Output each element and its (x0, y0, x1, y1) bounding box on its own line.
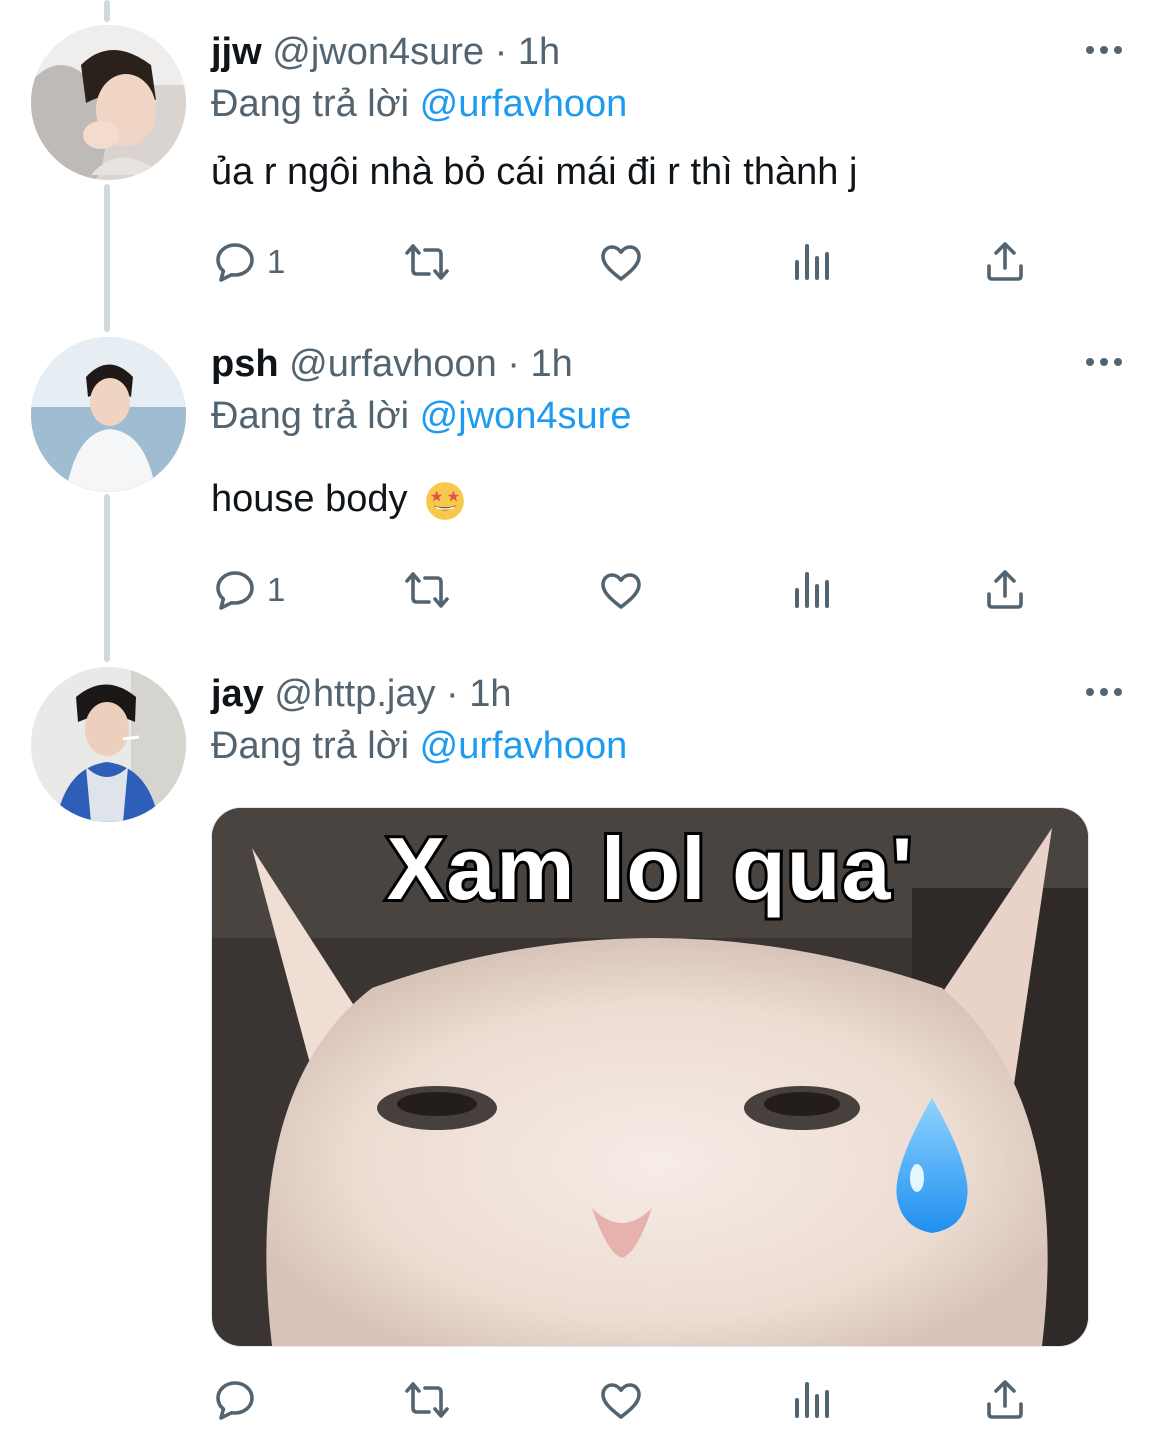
user-handle[interactable]: @http.jay (274, 673, 435, 715)
retweet-button[interactable] (403, 232, 451, 292)
share-button[interactable] (981, 1370, 1029, 1430)
avatar[interactable] (31, 337, 186, 492)
reply-button[interactable]: 1 (211, 560, 285, 620)
analytics-icon (795, 1382, 829, 1418)
retweet-icon (405, 572, 449, 608)
reply-button[interactable] (211, 1370, 267, 1430)
replying-to: Đang trả lời @urfavhoon (211, 80, 627, 128)
heart-icon (601, 245, 641, 281)
share-icon (987, 570, 1023, 609)
timestamp[interactable]: 1h (518, 31, 560, 73)
analytics-button[interactable] (789, 232, 837, 292)
display-name[interactable]: jay (211, 673, 264, 715)
like-button[interactable] (597, 232, 645, 292)
reply-icon (216, 243, 254, 282)
avatar-image (31, 667, 186, 822)
like-button[interactable] (597, 560, 645, 620)
tweet-media-image[interactable]: Xam lol qua' (211, 807, 1089, 1347)
mention-link[interactable]: @jwon4sure (420, 395, 632, 437)
more-options-icon[interactable] (1086, 352, 1128, 372)
retweet-button[interactable] (403, 560, 451, 620)
action-bar: 1 (211, 232, 1071, 292)
tweet-header: psh @urfavhoon · 1h (211, 340, 573, 388)
tweet-header: jay @http.jay · 1h (211, 670, 512, 718)
share-icon (987, 1380, 1023, 1419)
tweet-psh[interactable]: psh @urfavhoon · 1h Đang trả lời @jwon4s… (0, 335, 1170, 665)
timestamp[interactable]: 1h (531, 343, 573, 385)
share-button[interactable] (981, 232, 1029, 292)
display-name[interactable]: jjw (211, 31, 262, 73)
avatar[interactable] (31, 667, 186, 822)
share-button[interactable] (981, 560, 1029, 620)
tweet-header: jjw @jwon4sure · 1h (211, 28, 560, 76)
user-handle[interactable]: @urfavhoon (289, 343, 497, 385)
meme-caption: Xam lol qua' (384, 816, 916, 921)
tweet-text: ủa r ngôi nhà bỏ cái mái đi r thì thành … (211, 151, 858, 193)
replying-to: Đang trả lời @jwon4sure (211, 392, 631, 440)
separator-dot: · (446, 673, 459, 715)
tweet-jay[interactable]: jay @http.jay · 1h Đang trả lời @urfavho… (0, 665, 1170, 1437)
action-bar (211, 1370, 1071, 1430)
heart-icon (601, 573, 641, 609)
separator-dot: · (507, 343, 520, 385)
reply-count: 1 (267, 571, 286, 608)
reply-count: 1 (267, 243, 286, 280)
tweet-text-content: house body (211, 478, 408, 520)
separator-dot: · (494, 31, 508, 73)
retweet-icon (405, 244, 449, 280)
replying-to-label: Đang trả lời (211, 725, 410, 767)
tweet-jjw[interactable]: jjw @jwon4sure · 1h Đang trả lời @urfavh… (0, 0, 1170, 330)
analytics-icon (795, 572, 829, 608)
reply-icon (216, 571, 254, 610)
avatar[interactable] (31, 25, 186, 180)
timestamp[interactable]: 1h (469, 673, 511, 715)
more-options-icon[interactable] (1086, 40, 1128, 60)
more-options-icon[interactable] (1086, 682, 1128, 702)
analytics-icon (795, 244, 829, 280)
user-handle[interactable]: @jwon4sure (272, 31, 484, 73)
reply-icon (216, 1381, 254, 1420)
analytics-button[interactable] (789, 560, 837, 620)
replying-to-label: Đang trả lời (211, 83, 410, 125)
replying-to-label: Đang trả lời (211, 395, 410, 437)
avatar-image (31, 25, 186, 180)
display-name[interactable]: psh (211, 343, 279, 385)
star-struck-emoji (426, 482, 464, 520)
mention-link[interactable]: @urfavhoon (420, 725, 628, 767)
tweet-text: house body (211, 475, 466, 523)
retweet-icon (405, 1382, 449, 1418)
analytics-button[interactable] (789, 1370, 837, 1430)
heart-icon (601, 1383, 641, 1419)
retweet-button[interactable] (403, 1370, 451, 1430)
mention-link[interactable]: @urfavhoon (420, 83, 628, 125)
like-button[interactable] (597, 1370, 645, 1430)
replying-to: Đang trả lời @urfavhoon (211, 722, 627, 770)
avatar-image (31, 337, 186, 492)
share-icon (987, 242, 1023, 281)
reply-button[interactable]: 1 (211, 232, 285, 292)
action-bar: 1 (211, 560, 1071, 620)
